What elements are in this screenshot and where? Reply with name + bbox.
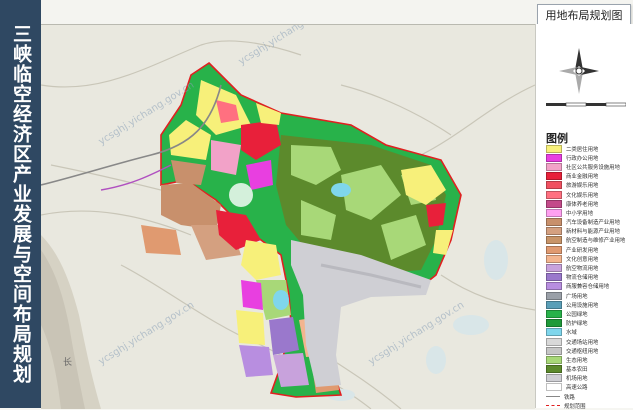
legend-swatch [546,273,562,282]
legend-item: 交通场站用地 [546,337,632,346]
legend-item: 商业金融用地 [546,172,632,181]
legend-label: 广场用地 [566,293,588,300]
legend-swatch [546,208,562,217]
legend-swatch [546,383,562,392]
legend-swatch [546,300,562,309]
legend-item: 防护绿地 [546,319,632,328]
legend-item: 规划范围 [546,401,632,410]
legend-label: 商业金融用地 [566,174,599,181]
legend-label: 高速公路 [566,385,588,392]
legend-item: 水域 [546,328,632,337]
legend-item: 交通枢纽用地 [546,346,632,355]
legend-swatch [546,328,562,337]
legend-item: 基本农田 [546,365,632,374]
legend-swatch [546,405,560,407]
legend-swatch [546,181,562,190]
legend-item: 商服兼容仓储用地 [546,282,632,291]
legend-swatch [546,355,562,364]
map-title: 用地布局规划图 [545,9,623,22]
legend-swatch [546,190,562,199]
legend-label: 康体养老用地 [566,201,599,208]
legend-label: 产业研发用地 [566,247,599,254]
legend-label: 旅游娱乐用地 [566,183,599,190]
legend-item: 文化娱乐用地 [546,190,632,199]
legend-item: 二类居住用地 [546,144,632,153]
legend-swatch [546,153,562,162]
legend-item: 新材料与能源产业用地 [546,227,632,236]
legend-label: 新材料与能源产业用地 [566,229,620,236]
legend-item: 生态用地 [546,355,632,364]
legend-swatch [546,337,562,346]
legend-label: 基本农田 [566,367,588,374]
legend-label: 铁路 [564,394,575,401]
side-title: 三峡临空经济区产业发展与空间布局规划 [10,24,32,384]
side-title-banner: 三峡临空经济区产业发展与空间布局规划 [0,0,41,408]
legend-item: 航空制造与维修产业用地 [546,236,632,245]
legend-swatch [546,374,562,383]
legend-item: 航空物流用地 [546,263,632,273]
legend-swatch [546,282,562,291]
legend-label: 航空制造与维修产业用地 [566,238,626,245]
legend-swatch [546,218,562,227]
map-svg: 长 ycsghj.yichang.gov.cn ycsghj.yichang.g… [41,25,535,409]
legend-item: 铁路 [546,392,632,401]
legend-list: 二类居住用地 行政办公用地社区公共服务设施用地 商业金融用地 旅游娱乐用地 文化娱乐用地… [546,144,632,410]
legend-item: 中小学用地 [546,208,632,217]
legend-item: 康体养老用地 [546,199,632,208]
legend-label: 文化娱乐用地 [566,192,599,199]
legend-swatch [546,346,562,355]
legend-item: 社区公共服务设施用地 [546,162,632,171]
river-label: 长 [63,356,72,368]
map-title-plate: 用地布局规划图 [537,4,631,26]
legend-label: 水域 [566,330,577,337]
legend-item: 产业研发用地 [546,245,632,254]
legend-item: 公用设施用地 [546,300,632,309]
north-arrow-icon [559,48,599,94]
legend-item: 汽车设备制造产业用地 [546,218,632,227]
legend-label: 行政办公用地 [566,155,599,162]
legend-label: 航空物流用地 [566,266,599,273]
legend-label: 机场用地 [566,376,588,383]
legend-item: 行政办公用地 [546,153,632,162]
legend-label: 社区公共服务设施用地 [566,164,620,171]
legend-swatch [546,396,560,398]
legend-swatch [546,144,562,153]
land-use-map[interactable]: 长 ycsghj.yichang.gov.cn ycsghj.yichang.g… [41,24,535,409]
legend-swatch [546,245,562,254]
legend-label: 交通枢纽用地 [566,348,599,355]
legend-label: 二类居住用地 [566,146,599,153]
legend-label: 中小学用地 [566,210,593,217]
legend-label: 文化创意用地 [566,256,599,263]
legend-label: 生态用地 [566,357,588,364]
legend-swatch [546,162,562,171]
legend-item: 高速公路 [546,383,632,392]
legend-label: 防护绿地 [566,321,588,328]
legend-swatch [546,254,562,263]
legend-swatch [546,365,562,374]
legend-item: 公园绿地 [546,309,632,318]
legend-label: 规划范围 [564,403,586,410]
legend-label: 公园绿地 [566,311,588,318]
legend-item: 旅游娱乐用地 [546,181,632,190]
legend-swatch [546,291,562,300]
legend-swatch [546,264,562,273]
legend-swatch [546,309,562,318]
legend-item: 机场用地 [546,374,632,383]
legend-label: 物流仓储用地 [566,275,599,282]
legend-label: 商服兼容仓储用地 [566,284,610,291]
legend-label: 汽车设备制造产业用地 [566,220,620,227]
legend-item: 广场用地 [546,291,632,300]
legend-label: 交通场站用地 [566,339,599,346]
scale-bar-icon [546,102,626,107]
legend-swatch [546,319,562,328]
legend-label: 公用设施用地 [566,302,599,309]
legend-swatch [546,172,562,181]
legend-item: 文化创意用地 [546,254,632,263]
legend-swatch [546,227,562,236]
legend-swatch [546,236,562,245]
legend-swatch [546,199,562,208]
legend-item: 物流仓储用地 [546,273,632,282]
